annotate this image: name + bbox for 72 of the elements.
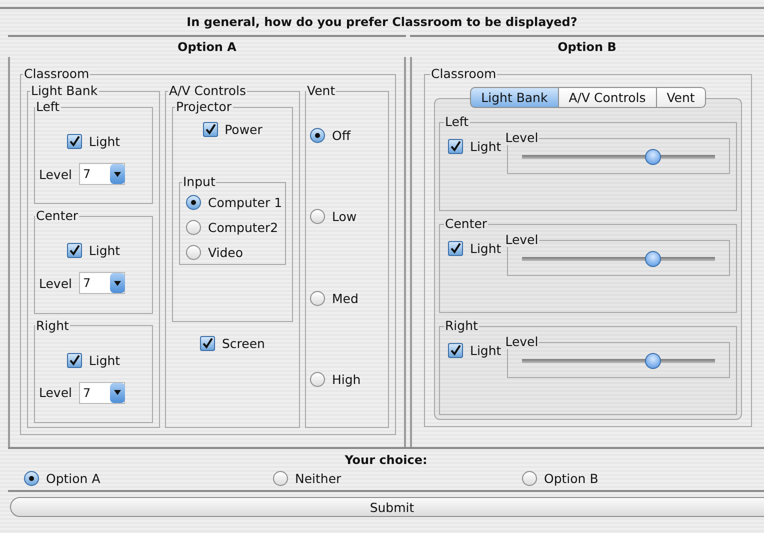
group-label: Level <box>504 233 540 247</box>
group-label: Vent <box>306 84 336 98</box>
option-title: Option A <box>178 40 236 54</box>
radio-label: Option A <box>46 471 100 486</box>
checkbox-label: Light <box>88 243 120 258</box>
group-label: Right <box>35 318 70 333</box>
radio-label: Option B <box>544 471 598 486</box>
checkbox[interactable] <box>202 122 218 137</box>
radio-button[interactable] <box>522 471 537 486</box>
slider-thumb[interactable] <box>645 251 662 267</box>
group-label: Center <box>444 217 488 231</box>
choice-title: Your choice: <box>344 453 428 467</box>
checkbox[interactable] <box>448 139 463 154</box>
checkbox-label: Power <box>224 122 262 137</box>
radio-label: Low <box>332 209 357 224</box>
radio-label: Computer 1 <box>208 195 282 210</box>
caret-icon <box>110 273 125 294</box>
slider-thumb[interactable] <box>645 353 662 369</box>
group-label: Input <box>182 175 216 189</box>
checkbox[interactable] <box>66 243 82 258</box>
radio-button[interactable] <box>186 245 201 260</box>
group-label: Center <box>35 209 80 224</box>
level-dropdown[interactable]: 7 <box>79 163 125 186</box>
level-label: Level <box>39 166 72 182</box>
submit-button[interactable]: Submit <box>10 497 764 517</box>
checkbox-label: Screen <box>222 336 265 351</box>
checkbox-label: Light <box>88 352 120 368</box>
group-label: Classroom <box>430 67 498 81</box>
group-label: Level <box>504 131 540 145</box>
radio-button[interactable] <box>310 372 325 387</box>
checkbox-label: Light <box>470 343 502 358</box>
radio-button[interactable] <box>186 195 201 210</box>
radio-label: High <box>332 372 361 387</box>
checkbox-label: Light <box>88 134 120 150</box>
caret-icon <box>110 164 125 184</box>
group-label: Light Bank <box>30 84 99 98</box>
checkbox[interactable] <box>66 352 82 368</box>
tab[interactable]: A/V Controls <box>558 87 657 108</box>
checkbox[interactable] <box>66 134 82 150</box>
checkbox-label: Light <box>470 139 502 154</box>
group-label: Left <box>444 115 470 129</box>
radio-button[interactable] <box>273 471 288 486</box>
level-dropdown[interactable]: 7 <box>79 272 125 294</box>
question-title: In general, how do you prefer Classroom to be displayed? <box>186 15 578 29</box>
radio-button[interactable] <box>186 220 201 235</box>
radio-label: Video <box>208 245 244 260</box>
group-label: Level <box>504 335 540 349</box>
caret-icon <box>110 382 125 403</box>
radio-label: Neither <box>295 471 342 486</box>
level-label: Level <box>39 276 72 291</box>
radio-label: Computer2 <box>208 220 278 235</box>
group-label: Right <box>444 319 479 333</box>
radio-button[interactable] <box>310 128 325 143</box>
group-label: Left <box>35 100 61 114</box>
level-dropdown[interactable]: 7 <box>79 382 125 404</box>
slider-thumb[interactable] <box>645 149 662 165</box>
group-label: Classroom <box>23 67 90 81</box>
tab[interactable]: Light Bank <box>470 87 559 108</box>
radio-label: Med <box>332 290 358 306</box>
radio-button[interactable] <box>310 290 325 306</box>
level-label: Level <box>39 385 72 400</box>
group-label: Projector <box>175 100 233 114</box>
radio-label: Off <box>332 128 350 143</box>
checkbox[interactable] <box>448 343 463 358</box>
group-label: A/V Controls <box>168 84 247 98</box>
checkbox-label: Light <box>470 241 502 256</box>
radio-button[interactable] <box>24 471 39 486</box>
checkbox[interactable] <box>448 241 463 256</box>
option-title: Option B <box>558 40 616 54</box>
radio-button[interactable] <box>310 209 325 224</box>
checkbox[interactable] <box>200 336 215 351</box>
tab[interactable]: Vent <box>656 87 706 108</box>
